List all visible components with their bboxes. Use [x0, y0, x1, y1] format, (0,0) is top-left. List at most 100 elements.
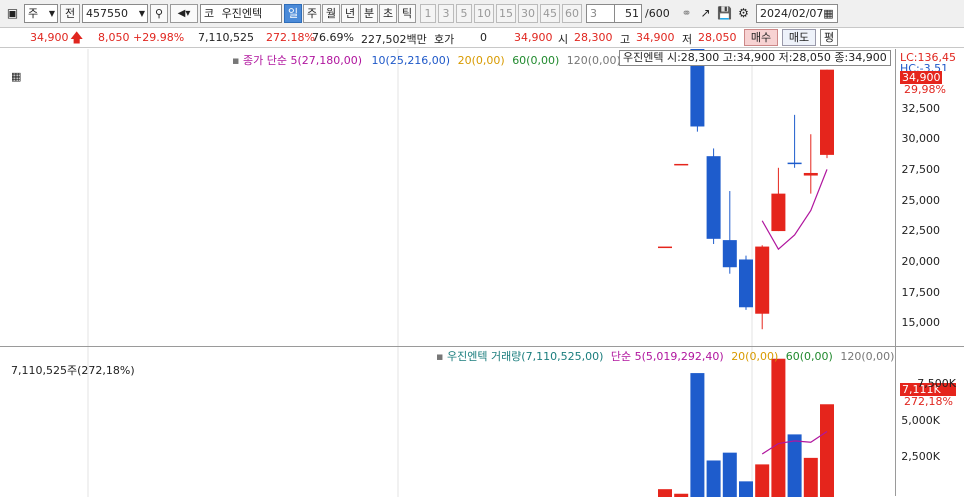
legend-ma5: 5(27,180,00) [290, 54, 363, 67]
volume-axis[interactable]: 7,111K 7,500K 272,18% 5,000K 2,500K [896, 346, 964, 496]
y-tick: 32,500 [901, 102, 941, 115]
min-10-button[interactable]: 10 [474, 4, 494, 23]
y-tick: 17,500 [901, 286, 941, 299]
period-select[interactable]: 주 ▼ [24, 4, 58, 23]
candle-body [820, 69, 834, 155]
period-minute-button[interactable]: 분 [360, 4, 378, 23]
chart-tool-icon[interactable]: ↗ [697, 5, 714, 22]
y-tick: 30,000 [901, 132, 941, 145]
prev-button[interactable]: 전 [60, 4, 80, 23]
min-60-button[interactable]: 60 [562, 4, 582, 23]
legend-ma20: 20(0,00) [457, 54, 505, 67]
price-change: 8,050 [98, 31, 130, 44]
turnover: 76.69% [312, 31, 354, 44]
calendar-icon[interactable]: ▦ [820, 5, 837, 22]
count-input[interactable]: 51 [614, 4, 642, 23]
stock-name-field[interactable]: 코 우진엔텍 [200, 4, 282, 23]
chevron-down-icon[interactable]: ▼ [139, 5, 145, 22]
legend-ma10: 10(25,216,00) [371, 54, 451, 67]
candle-body [787, 162, 802, 165]
volume-panel[interactable]: 7,110,525주(272,18%) ▪ 우진엔텍 거래량(7,110,525… [0, 346, 896, 497]
candle-body [803, 172, 818, 176]
candle-body [722, 240, 737, 268]
volume-legend-ma20: 20(0,00) [731, 350, 779, 363]
volume-bar [755, 464, 770, 497]
eval-button[interactable]: 평 [820, 29, 838, 46]
volume-legend-title: 우진엔텍 거래량(7,110,525,00) [446, 350, 604, 363]
period-year-button[interactable]: 년 [341, 4, 359, 23]
candle-body [674, 163, 689, 166]
y-tick: 15,000 [901, 316, 941, 329]
chevron-down-icon: ▼ [48, 9, 55, 18]
current-pct-tag: 29,98% [904, 83, 946, 96]
arrow-up-icon: 🡅 [70, 31, 84, 46]
trade-amount: 227,502백만 [361, 33, 427, 46]
main-toolbar: ▣ 주 ▼ 전 457550 ▼ ⚲ ◀▾ 코 우진엔텍 일 주 월 년 분 초… [0, 0, 964, 28]
y-tick: 25,000 [901, 194, 941, 207]
volume-legend-ma5: 5(5,019,292,40) [634, 350, 724, 363]
speaker-icon[interactable]: ◀▾ [170, 4, 198, 23]
current-volume-pct: 272,18% [904, 395, 953, 408]
window-icon[interactable]: ▣ [4, 5, 21, 22]
min-5-button[interactable]: 5 [456, 4, 472, 23]
volume-ratio: 272.18% [266, 31, 315, 44]
link-icon[interactable]: ⚭ [678, 5, 695, 22]
count-total: /600 [645, 7, 670, 20]
period-week-button[interactable]: 주 [303, 4, 321, 23]
grid-icon[interactable]: ▦ [11, 71, 23, 83]
stock-name: 우진엔텍 [221, 7, 263, 20]
period-tick-button[interactable]: 틱 [398, 4, 416, 23]
legend-bullet: ▪ [232, 54, 240, 67]
low-label: 저 [682, 33, 693, 46]
volume-bar [787, 434, 802, 497]
legend-ma120: 120(0,00) [566, 54, 621, 67]
volume-legend-ma-title: 단순 [610, 350, 632, 363]
min-30-button[interactable]: 30 [518, 4, 538, 23]
gear-icon[interactable]: ⚙ [735, 5, 752, 22]
legend-bullet: ▪ [436, 350, 444, 363]
price-change-pct: +29.98% [133, 31, 185, 44]
period-select-value: 주 [28, 7, 39, 20]
period-day-button[interactable]: 일 [284, 4, 302, 23]
save-icon[interactable]: 💾 [716, 5, 733, 22]
hoga-value: 0 [480, 31, 487, 44]
legend-ma60: 60(0,00) [512, 54, 560, 67]
market-tag: 코 [204, 7, 215, 20]
min-1-button[interactable]: 1 [420, 4, 436, 23]
open-price: 28,300 [574, 31, 613, 44]
buy-button[interactable]: 매수 [744, 29, 778, 46]
period-second-button[interactable]: 초 [379, 4, 397, 23]
code-input[interactable]: 457550 ▼ [82, 4, 148, 23]
hoga-label: 호가 [434, 33, 455, 46]
volume-bar [690, 373, 705, 497]
y-tick: 20,000 [901, 255, 941, 268]
volume-bar [739, 481, 753, 497]
date-value: 2024/02/07 [760, 7, 824, 20]
hc-label: HC:-3,51 [900, 62, 949, 71]
volume-left-label: 7,110,525주(272,18%) [11, 364, 135, 377]
candle-body [771, 193, 786, 232]
quote-bar: 34,900 🡅 8,050 +29.98% 7,110,525 272.18%… [0, 28, 964, 48]
price-panel[interactable]: ▦ ▪ 종가 단순 5(27,180,00) 10(25,216,00) 20(… [0, 49, 896, 346]
ohlc-info-box: 우진엔텍 시:28,300 고:34,900 저:28,050 종:34,900 [619, 50, 891, 66]
volume-bar [771, 358, 786, 497]
candle-body [739, 259, 753, 308]
candle-body [706, 156, 721, 239]
y-tick: 27,500 [901, 163, 941, 176]
period-month-button[interactable]: 월 [322, 4, 340, 23]
volume-bar [820, 404, 834, 497]
open-label: 시 [558, 33, 569, 46]
min-15-button[interactable]: 15 [496, 4, 516, 23]
sell-button[interactable]: 매도 [782, 29, 816, 46]
search-icon[interactable]: ⚲ [150, 4, 168, 23]
code-value: 457550 [86, 7, 128, 20]
min-3-button[interactable]: 3 [438, 4, 454, 23]
y-tick: 5,000K [901, 414, 940, 427]
min-45-button[interactable]: 45 [540, 4, 560, 23]
volume-bar [706, 460, 721, 497]
volume-bar [803, 457, 818, 497]
price-chart[interactable] [0, 49, 896, 346]
legend-ma-title: 종가 단순 [242, 54, 287, 67]
price-axis[interactable]: LC:136,45 HC:-3,51 34,900 29,98% 32,500 … [896, 49, 964, 346]
candle-body [658, 246, 672, 249]
